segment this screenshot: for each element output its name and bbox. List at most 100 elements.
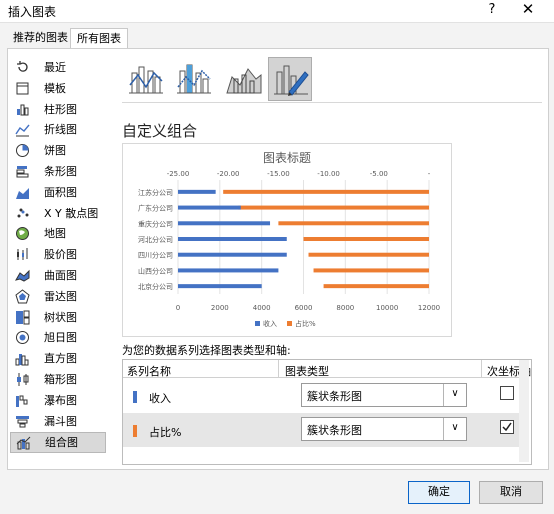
- sidebar-item-label: 漏斗图: [44, 414, 77, 428]
- bar-income: [178, 205, 241, 210]
- series-color-swatch: [133, 391, 137, 403]
- pie-chart-icon: [16, 144, 29, 158]
- sidebar-item[interactable]: 柱形图: [10, 100, 104, 119]
- cancel-button[interactable]: 取消: [479, 481, 543, 504]
- bar-income: [178, 237, 287, 241]
- sidebar-item[interactable]: 雷达图: [10, 287, 104, 306]
- sidebar-item-label: 树状图: [44, 310, 77, 324]
- series-assign-label: 为您的数据系列选择图表类型和轴:: [122, 344, 291, 357]
- sidebar-item-label: 箱形图: [44, 373, 77, 386]
- chart-type-select[interactable]: 簇状条形图 ∨: [301, 417, 467, 441]
- x-top-tick-label: -10.00: [317, 170, 340, 178]
- sidebar-item[interactable]: 面积图: [10, 183, 104, 202]
- sidebar-item[interactable]: 条形图: [10, 162, 104, 181]
- y-tick-label: 河北分公司: [138, 235, 173, 244]
- x-tick-label: 6000: [295, 304, 313, 312]
- column-line-secondary-subtype[interactable]: [172, 57, 214, 99]
- sidebar-item[interactable]: 股价图: [10, 245, 104, 264]
- tab-recommended-charts[interactable]: 推荐的图表: [7, 28, 74, 47]
- line-chart-icon: [15, 124, 30, 137]
- sidebar-item-label: 旭日图: [44, 331, 77, 345]
- bar-pct: [303, 237, 429, 241]
- y-tick-label: 重庆分公司: [138, 219, 173, 228]
- chart-type-value: 簇状条形图: [307, 390, 362, 403]
- x-top-tick-label: -20.00: [217, 170, 240, 178]
- sidebar-item[interactable]: 模板: [10, 79, 104, 98]
- series-config-table: 系列名称 图表类型 次坐标轴 收入 簇状条形图 ∨ 占比% 簇状条形图 ∨: [122, 359, 532, 465]
- combo-bar-chart: 图表标题 0 2000 4000 6000 8000 10000 12000 -25.00 -20…: [138, 151, 440, 328]
- dialog-title: 插入图表: [8, 5, 57, 19]
- sidebar-item[interactable]: X Y 散点图: [10, 204, 104, 223]
- tab-all-charts[interactable]: 所有图表: [70, 28, 128, 49]
- chart-type-value: 簇状条形图: [307, 424, 362, 437]
- x-tick-label: 10000: [376, 304, 398, 312]
- divider: [122, 102, 542, 103]
- sidebar-item[interactable]: 箱形图: [10, 370, 104, 389]
- bar-income: [178, 252, 287, 257]
- sidebar-item[interactable]: 直方图: [10, 349, 104, 368]
- series-row: 占比% 簇状条形图 ∨: [123, 413, 519, 447]
- bar-income: [178, 189, 216, 194]
- sidebar-item[interactable]: 地图: [10, 224, 104, 243]
- sidebar-item[interactable]: 瀑布图: [10, 391, 104, 410]
- y-tick-label: 江苏分公司: [138, 188, 173, 197]
- sidebar-item[interactable]: 饼图: [10, 141, 104, 160]
- sidebar-item[interactable]: 旭日图: [10, 328, 104, 347]
- bar-income: [178, 268, 279, 273]
- chevron-down-icon[interactable]: ∨: [443, 418, 466, 440]
- sidebar-item-label: 雷达图: [44, 289, 77, 303]
- sidebar-item-label: 最近: [44, 61, 66, 74]
- title-bar: 插入图表 ? ✕: [0, 0, 554, 23]
- column-chart-icon: [17, 104, 29, 116]
- help-button[interactable]: ?: [480, 0, 504, 20]
- area-chart-icon: [16, 187, 29, 199]
- sidebar-item-label: 模板: [44, 81, 66, 95]
- stacked-area-column-subtype[interactable]: [222, 57, 264, 99]
- series-name: 占比%: [149, 426, 182, 439]
- bar-income: [178, 284, 262, 289]
- secondary-axis-checkbox[interactable]: [500, 420, 514, 434]
- recent-icon: [17, 61, 28, 72]
- custom-combination-subtype[interactable]: [268, 57, 312, 101]
- table-scrollbar[interactable]: [519, 360, 529, 462]
- sidebar-item-label: 瀑布图: [44, 393, 77, 407]
- combo-chart-icon: [16, 437, 31, 450]
- sidebar-item[interactable]: 曲面图: [10, 266, 104, 285]
- radar-chart-icon: [15, 289, 30, 304]
- close-button[interactable]: ✕: [514, 0, 542, 20]
- sidebar-item[interactable]: 组合图: [10, 432, 106, 454]
- sidebar-item-label: 条形图: [44, 165, 77, 178]
- x-top-tick-label: -5.00: [370, 170, 388, 178]
- x-top-tick-label: -25.00: [167, 170, 190, 178]
- sidebar-item[interactable]: 漏斗图: [10, 412, 104, 431]
- scatter-chart-icon: [17, 208, 29, 218]
- histogram-chart-icon: [15, 354, 29, 366]
- sidebar-item-label: 地图: [44, 227, 66, 241]
- subtype-title: 自定义组合: [122, 122, 198, 140]
- x-tick-label: 4000: [253, 304, 271, 312]
- checkmark-icon: [502, 422, 512, 432]
- waterfall-chart-icon: [16, 395, 28, 407]
- bar-chart-icon: [16, 166, 29, 178]
- legend-label-income: 收入: [263, 319, 277, 328]
- secondary-axis-checkbox[interactable]: [500, 386, 514, 400]
- chevron-down-icon[interactable]: ∨: [443, 384, 466, 406]
- clustered-column-line-subtype[interactable]: [124, 57, 166, 99]
- legend-swatch-income: [255, 321, 260, 326]
- sidebar-item-label: 饼图: [44, 144, 66, 158]
- chart-type-select[interactable]: 簇状条形图 ∨: [301, 383, 467, 407]
- bar-pct: [313, 268, 429, 273]
- series-name: 收入: [149, 392, 171, 405]
- ok-button[interactable]: 确定: [408, 481, 470, 504]
- surface-chart-icon: [15, 269, 30, 282]
- x-tick-label: 8000: [336, 304, 354, 312]
- x-tick-label: 12000: [418, 304, 440, 312]
- chart-preview: 图表标题 0 2000 4000 6000 8000 10000 12000 -25.00 -20…: [122, 143, 452, 337]
- sidebar-item[interactable]: 最近: [10, 58, 104, 77]
- series-color-swatch: [133, 425, 137, 437]
- sidebar-item[interactable]: 树状图: [10, 308, 104, 327]
- sidebar-item[interactable]: 折线图: [10, 120, 104, 139]
- sidebar-item-label: 柱形图: [44, 102, 77, 116]
- bar-pct: [223, 189, 429, 194]
- legend-swatch-pct: [287, 321, 292, 326]
